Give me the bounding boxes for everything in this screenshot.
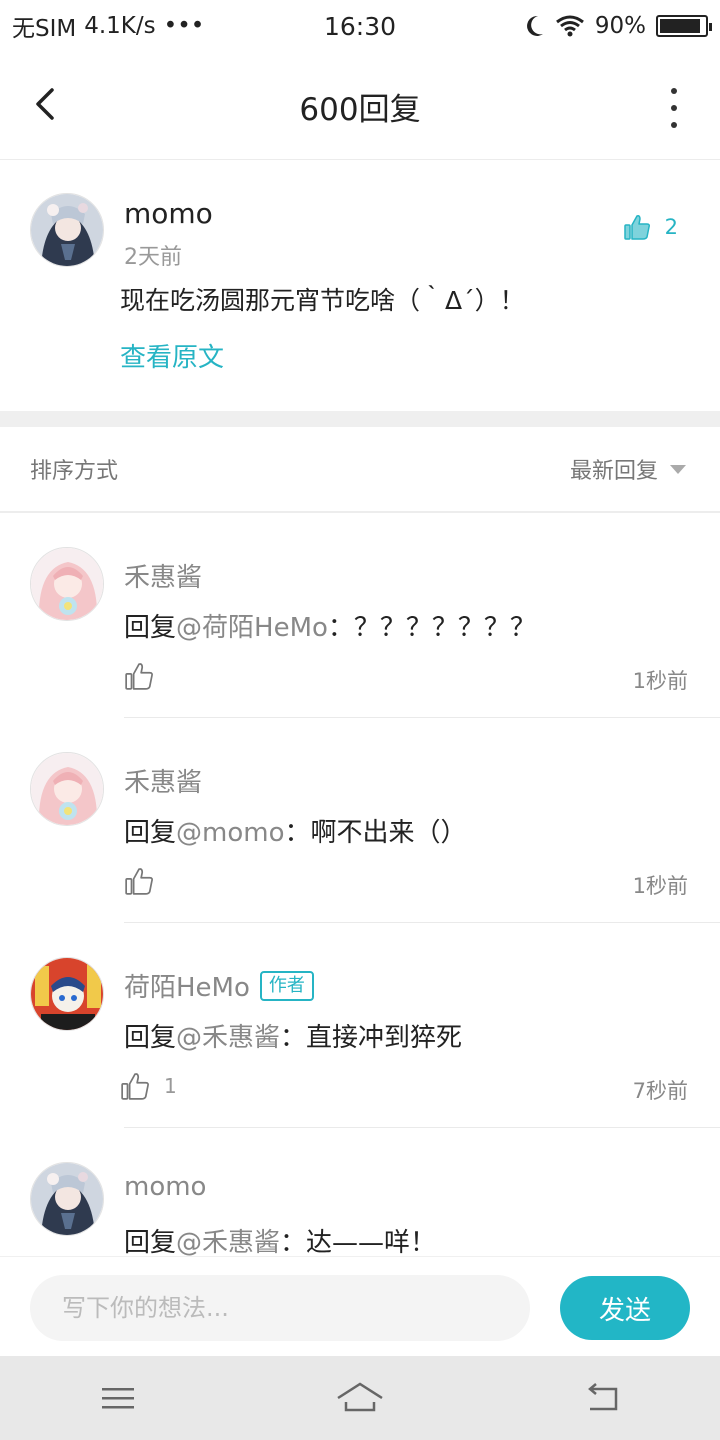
reply-time: 1秒前: [632, 874, 688, 898]
thumbs-up-icon: [121, 1073, 149, 1100]
reply-item: momo 回复@禾惠酱：达——咩！: [0, 1128, 720, 1256]
section-gap: [0, 411, 720, 427]
carrier-label: 无SIM: [12, 16, 77, 42]
back-nav-icon[interactable]: [582, 1381, 622, 1415]
reply-author[interactable]: 荷陌HeMo: [124, 967, 250, 1004]
thumbs-up-filled-icon: [623, 215, 650, 240]
more-options-icon[interactable]: [668, 88, 680, 128]
avatar[interactable]: [30, 1162, 104, 1236]
top-nav-bar: 600回复: [0, 52, 720, 160]
like-count: 1: [164, 1074, 177, 1098]
reply-composer: 发送: [0, 1256, 720, 1356]
thumbs-up-icon: [125, 868, 153, 895]
reply-text: 回复@荷陌HeMo：？？？？？？？: [124, 613, 536, 643]
like-button[interactable]: [124, 866, 168, 896]
network-speed: 4.1K/s: [84, 13, 156, 39]
author-badge: 作者: [259, 970, 314, 1001]
reply-item: 禾惠酱 回复@momo：啊不出来（） 1秒前: [0, 718, 720, 923]
reply-author[interactable]: 禾惠酱: [124, 762, 202, 799]
sort-bar: 排序方式 最新回复: [0, 427, 720, 513]
reply-text: 回复@momo：啊不出来（）: [124, 818, 467, 848]
avatar[interactable]: [30, 547, 104, 621]
battery-level: [660, 19, 700, 33]
original-comment: momo 2天前 现在吃汤圆那元宵节吃啥（｀Δ´）！ 查看原文 2: [0, 161, 720, 411]
mention-link[interactable]: @momo: [176, 818, 284, 848]
reply-item: 荷陌HeMo 作者 回复@禾惠酱：直接冲到猝死 1 7秒前: [0, 923, 720, 1128]
comment-time: 2天前: [124, 245, 182, 270]
mention-link[interactable]: @禾惠酱: [176, 1228, 280, 1256]
battery-icon: [656, 15, 712, 37]
reply-time: 7秒前: [632, 1079, 688, 1103]
avatar[interactable]: [30, 752, 104, 826]
page-title: 600回复: [299, 92, 421, 128]
mention-link[interactable]: @禾惠酱: [176, 1023, 280, 1053]
sort-label: 排序方式: [30, 459, 119, 484]
avatar[interactable]: [30, 193, 104, 267]
caret-down-icon: [670, 464, 686, 474]
sort-value: 最新回复: [569, 459, 658, 484]
moon-icon: [526, 15, 543, 36]
sort-dropdown[interactable]: 最新回复: [570, 453, 686, 485]
like-button[interactable]: [124, 661, 168, 691]
reply-author[interactable]: 禾惠酱: [124, 557, 202, 594]
home-icon[interactable]: [334, 1380, 386, 1416]
status-more-dots: •••: [163, 13, 205, 39]
system-nav-bar: [0, 1356, 720, 1440]
avatar[interactable]: [30, 957, 104, 1031]
view-original-link[interactable]: 查看原文: [120, 337, 224, 374]
like-button[interactable]: 2: [623, 213, 678, 241]
status-bar: 无SIM 4.1K/s ••• 16:30 90%: [0, 0, 720, 52]
reply-text: 回复@禾惠酱：直接冲到猝死: [124, 1023, 463, 1053]
comment-author[interactable]: momo: [124, 197, 213, 230]
wifi-icon: [555, 15, 584, 37]
reply-time: 1秒前: [632, 669, 688, 693]
battery-percent: 90%: [594, 13, 646, 39]
send-button[interactable]: 发送: [560, 1276, 690, 1340]
reply-item: 禾惠酱 回复@荷陌HeMo：？？？？？？？ 1秒前: [0, 513, 720, 718]
reply-text: 回复@禾惠酱：达——咩！: [124, 1228, 437, 1256]
reply-author[interactable]: momo: [124, 1172, 206, 1202]
reply-input[interactable]: [30, 1275, 530, 1341]
like-count: 2: [664, 215, 678, 239]
mention-link[interactable]: @荷陌HeMo: [176, 613, 328, 643]
comment-text: 现在吃汤圆那元宵节吃啥（｀Δ´）！: [120, 286, 525, 315]
thumbs-up-icon: [125, 663, 153, 690]
like-button[interactable]: 1: [120, 1071, 177, 1101]
menu-icon[interactable]: [98, 1382, 138, 1414]
